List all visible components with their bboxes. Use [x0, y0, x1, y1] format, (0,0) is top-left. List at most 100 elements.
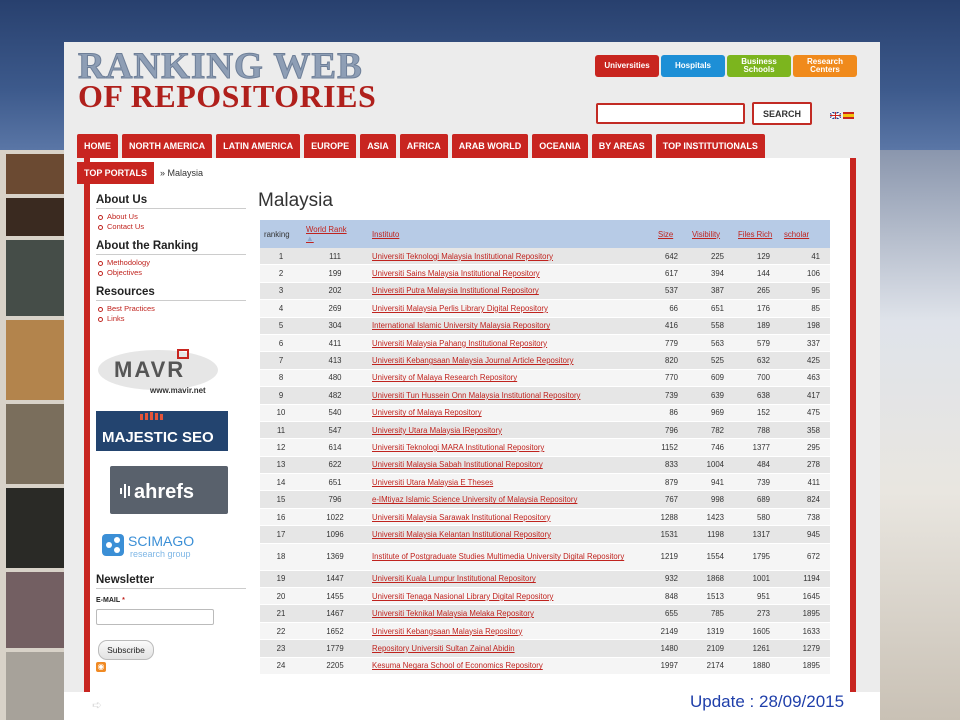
cell-scholar: 1645 — [780, 587, 830, 606]
uk-flag-icon[interactable] — [830, 112, 841, 119]
cell-visibility: 394 — [688, 264, 734, 283]
cell-institution-link[interactable]: Universiti Malaysia Pahang Institutional… — [368, 334, 654, 353]
nav-top-institutionals[interactable]: TOP INSTITUTIONALS — [655, 134, 765, 158]
col-header-size[interactable]: Size — [654, 220, 688, 248]
sort-arrow-icon: ▲ — [306, 234, 314, 243]
cell-institution-link[interactable]: Universiti Teknologi Malaysia Institutio… — [368, 248, 654, 266]
search-input[interactable] — [596, 103, 745, 124]
nav-by-areas[interactable]: BY AREAS — [591, 134, 652, 158]
cell-ranking: 19 — [260, 570, 302, 589]
cell-scholar: 358 — [780, 421, 830, 440]
nav-europe[interactable]: EUROPE — [304, 134, 357, 158]
col-header-visibility[interactable]: Visibility — [688, 220, 734, 248]
table-row: 13 622 Universiti Malaysia Sabah Instituti… — [260, 456, 830, 475]
cell-ranking: 2 — [260, 264, 302, 283]
cell-visibility: 1868 — [688, 570, 734, 589]
cell-institution-link[interactable]: Universiti Malaysia Kelantan Institution… — [368, 525, 654, 544]
mavir-url: www.mavir.net — [149, 386, 206, 395]
cell-institution-link[interactable]: Universiti Malaysia Sarawak Institutiona… — [368, 508, 654, 527]
cell-institution-link[interactable]: Universiti Putra Malaysia Institutional … — [368, 282, 654, 301]
cell-institution-link[interactable]: International Islamic University Malaysi… — [368, 317, 654, 335]
sidebar-link-methodology[interactable]: Methodology — [96, 258, 246, 268]
col-header-files-rich[interactable]: Files Rich — [734, 220, 780, 248]
rss-icon[interactable]: ◉ — [96, 662, 106, 672]
cell-institution-link[interactable]: Universiti Kuala Lumpur Institutional Re… — [368, 570, 654, 589]
mavir-logo[interactable]: MAVR www.mavir.net — [96, 346, 228, 398]
ahrefs-logo[interactable]: ahrefs — [110, 466, 228, 514]
cell-institution-link[interactable]: Universiti Teknologi MARA Institutional … — [368, 438, 654, 457]
cell-institution-link[interactable]: Universiti Tun Hussein Onn Malaysia Inst… — [368, 386, 654, 405]
col-header-world-rank[interactable]: World Rank ▲ — [302, 220, 368, 248]
cell-institution-link[interactable]: University Utara Malaysia IRepository — [368, 421, 654, 440]
research-centers-button[interactable]: Research Centers — [793, 55, 857, 77]
cell-institution-link[interactable]: University of Malaya Repository — [368, 404, 654, 422]
cell-ranking: 20 — [260, 587, 302, 606]
cell-institution-link[interactable]: Universiti Malaysia Sabah Institutional … — [368, 456, 654, 475]
cell-files-rich: 1795 — [734, 543, 780, 571]
photo-tile — [6, 572, 64, 648]
cell-ranking: 11 — [260, 421, 302, 440]
ahrefs-bars-icon: ahrefs — [120, 481, 194, 503]
sidebar-link-best-practices[interactable]: Best Practices — [96, 304, 246, 314]
universities-button[interactable]: Universities — [595, 55, 659, 77]
cell-institution-link[interactable]: e-IMtiyaz Islamic Science University of … — [368, 490, 654, 509]
hospitals-button[interactable]: Hospitals — [661, 55, 725, 77]
business-schools-button[interactable]: Business Schools — [727, 55, 791, 77]
majestic-seo-logo[interactable]: MAJESTIC SEO — [96, 411, 228, 451]
cell-institution-link[interactable]: Universiti Sains Malaysia Institutional … — [368, 264, 654, 283]
page-title: Malaysia — [258, 190, 333, 211]
subscribe-button[interactable]: Subscribe — [98, 640, 154, 660]
site-logo-line2[interactable]: OF REPOSITORIES — [78, 79, 376, 113]
nav-home[interactable]: HOME — [77, 134, 118, 158]
cell-scholar: 95 — [780, 282, 830, 301]
cell-world-rank: 651 — [302, 473, 368, 492]
cell-institution-link[interactable]: Repository Universiti Sultan Zainal Abid… — [368, 639, 654, 658]
cell-institution-link[interactable]: Universiti Kebangsaan Malaysia Repositor… — [368, 622, 654, 641]
cell-institution-link[interactable]: University of Malaya Research Repository — [368, 369, 654, 388]
resources-heading: Resources — [96, 286, 246, 301]
nav-oceania[interactable]: OCEANIA — [532, 134, 588, 158]
cell-institution-link[interactable]: Universiti Tenaga Nasional Library Digit… — [368, 587, 654, 606]
sidebar-link-objectives[interactable]: Objectives — [96, 268, 246, 278]
nav-north-america[interactable]: NORTH AMERICA — [122, 134, 213, 158]
cell-size: 1219 — [654, 543, 688, 571]
scimago-logo[interactable]: SCIMAGO research group — [100, 528, 228, 560]
cell-world-rank: 1652 — [302, 622, 368, 641]
nav-latin-america[interactable]: LATIN AMERICA — [216, 134, 301, 158]
cell-world-rank: 614 — [302, 438, 368, 457]
cell-institution-link[interactable]: Universiti Teknikal Malaysia Melaka Repo… — [368, 604, 654, 623]
cell-world-rank: 111 — [302, 248, 368, 266]
cell-world-rank: 199 — [302, 264, 368, 283]
table-row: 5 304 International Islamic University Mal… — [260, 317, 830, 335]
cell-files-rich: 580 — [734, 508, 780, 527]
nav-arab-world[interactable]: ARAB WORLD — [451, 134, 529, 158]
cell-size: 1480 — [654, 639, 688, 658]
search-button[interactable]: SEARCH — [752, 102, 812, 125]
nav-top-portals[interactable]: TOP PORTALS — [77, 162, 155, 184]
table-row: 10 540 University of Malaya Repository 86 96… — [260, 404, 830, 422]
cell-institution-link[interactable]: Institute of Postgraduate Studies Multim… — [368, 543, 654, 571]
cell-ranking: 7 — [260, 351, 302, 370]
cell-files-rich: 632 — [734, 351, 780, 370]
resources-list: Best Practices Links — [96, 304, 246, 324]
cell-visibility: 998 — [688, 490, 734, 509]
cell-ranking: 1 — [260, 248, 302, 266]
cell-scholar: 41 — [780, 248, 830, 266]
sidebar-link-links[interactable]: Links — [96, 314, 246, 324]
cell-institution-link[interactable]: Universiti Kebangsaan Malaysia Journal A… — [368, 351, 654, 370]
email-field[interactable] — [96, 609, 214, 625]
cell-institution-link[interactable]: Universiti Malaysia Perlis Library Digit… — [368, 299, 654, 318]
sidebar-link-contact-us[interactable]: Contact Us — [96, 222, 246, 232]
cell-institution-link[interactable]: Universiti Utara Malaysia E Theses — [368, 473, 654, 492]
col-header-instituto[interactable]: Instituto — [368, 220, 654, 248]
cell-size: 66 — [654, 299, 688, 318]
nav-africa[interactable]: AFRICA — [399, 134, 448, 158]
cell-visibility: 785 — [688, 604, 734, 623]
nav-asia[interactable]: ASIA — [360, 134, 396, 158]
table-header-row: ranking World Rank ▲ Instituto Size Visib… — [260, 220, 830, 248]
spain-flag-icon[interactable] — [843, 112, 854, 119]
col-header-scholar[interactable]: scholar — [780, 220, 830, 248]
sidebar-link-about-us[interactable]: About Us — [96, 212, 246, 222]
cell-institution-link[interactable]: Kesuma Negara School of Economics Reposi… — [368, 657, 654, 675]
cell-world-rank: 1022 — [302, 508, 368, 527]
